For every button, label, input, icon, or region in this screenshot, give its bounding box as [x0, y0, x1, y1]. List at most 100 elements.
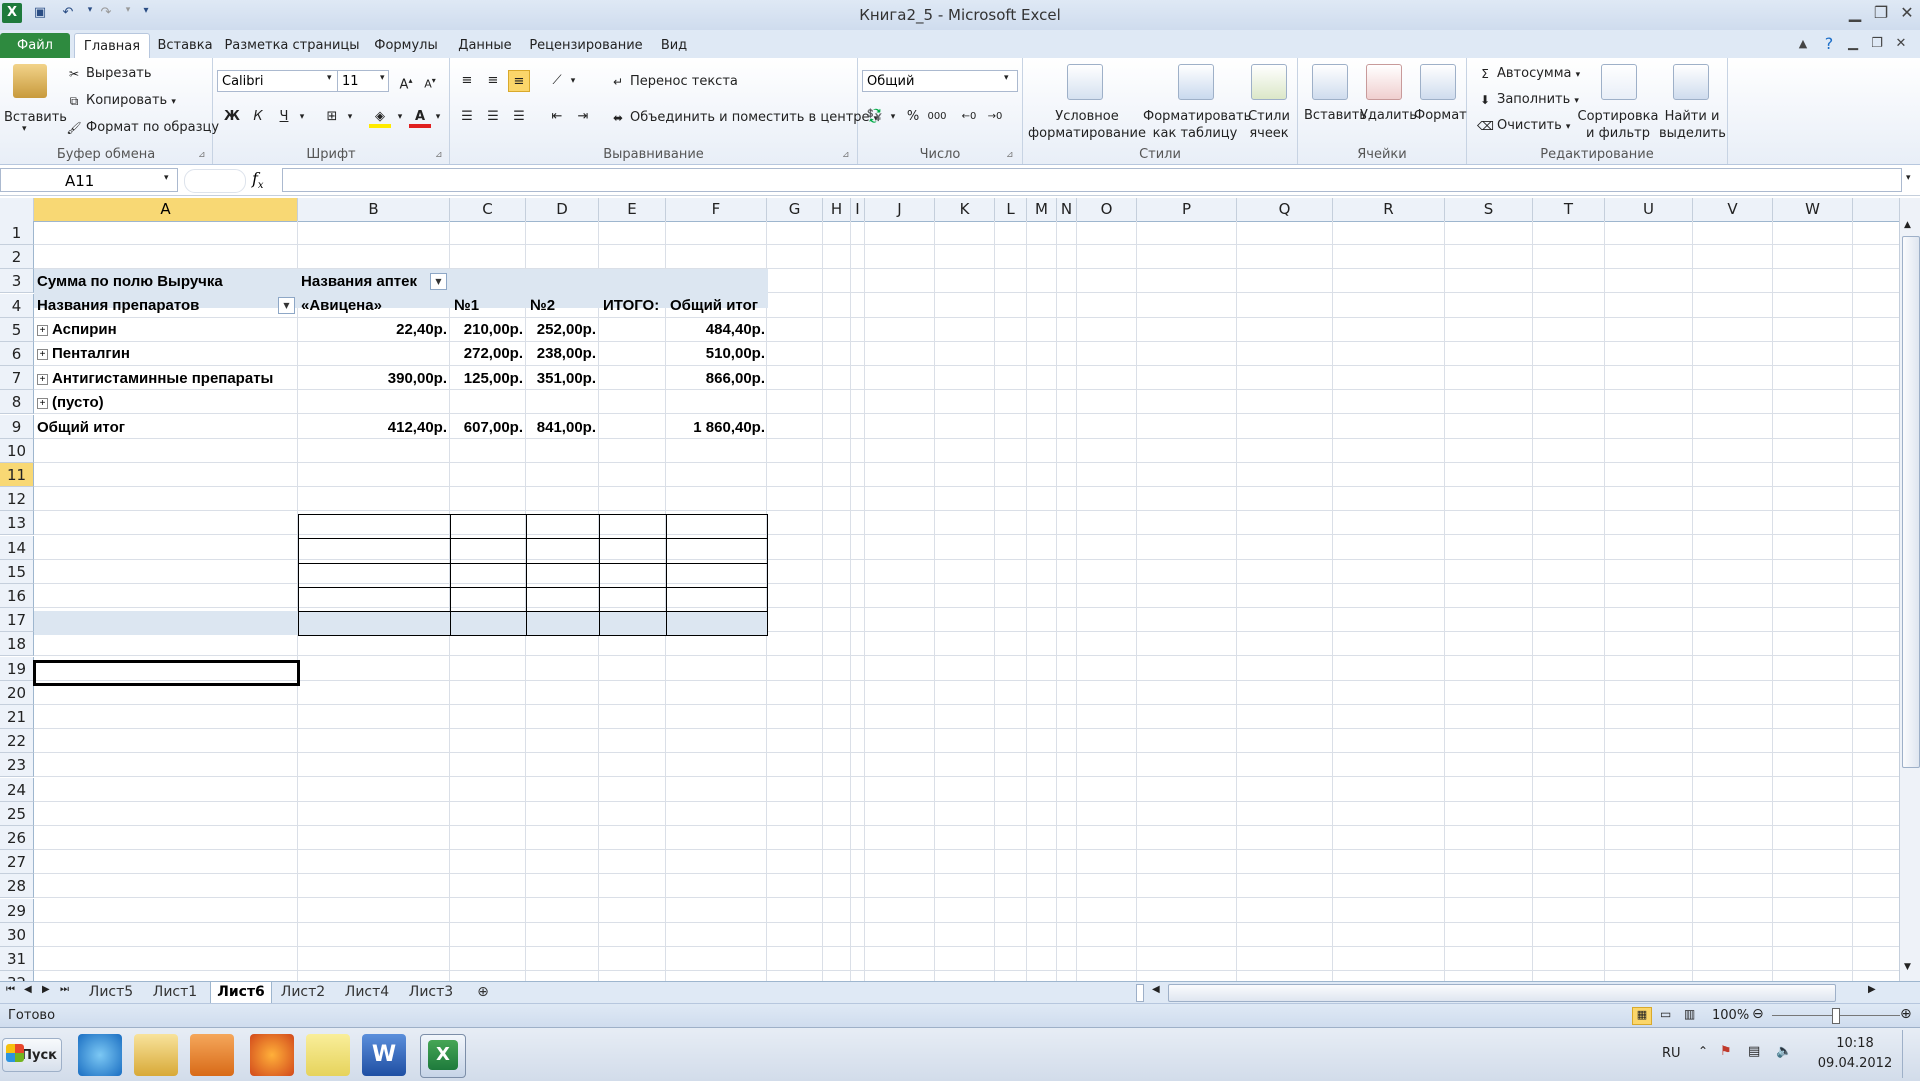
font-launcher-icon[interactable]: ⊿: [435, 150, 443, 160]
column-header-q[interactable]: Q: [1237, 198, 1333, 221]
bold-button[interactable]: Ж: [221, 106, 243, 128]
pivot-value-cell-b[interactable]: 412,40р.: [298, 416, 450, 440]
pivot-row-label[interactable]: + Антигистаминные препараты: [34, 367, 298, 391]
row-header-19[interactable]: 19: [0, 656, 34, 681]
pivot-row-label[interactable]: + Аспирин: [34, 318, 298, 342]
row-header-18[interactable]: 18: [0, 632, 34, 657]
pivot-col-header-b[interactable]: «Авицена»: [298, 294, 450, 318]
row-header-14[interactable]: 14: [0, 535, 34, 560]
number-launcher-icon[interactable]: ⊿: [1006, 150, 1014, 160]
select-all-corner[interactable]: [0, 198, 34, 221]
pivot-value-cell-e[interactable]: [600, 416, 666, 440]
pivot-row-label[interactable]: + (пусто): [34, 391, 298, 415]
row-header-3[interactable]: 3: [0, 269, 34, 294]
cell-styles-button[interactable]: Стили ячеек: [1243, 108, 1295, 142]
network-icon[interactable]: ▤: [1748, 1044, 1760, 1059]
increase-indent-icon[interactable]: ⇥: [572, 106, 594, 128]
currency-dropdown-icon[interactable]: ▾: [882, 106, 904, 128]
expand-formula-bar-icon[interactable]: ▾: [1906, 173, 1911, 183]
word-icon[interactable]: W: [362, 1034, 406, 1076]
pivot-value-cell-b[interactable]: [298, 342, 450, 366]
paste-icon[interactable]: [13, 64, 47, 98]
vertical-scroll-thumb[interactable]: [1902, 236, 1920, 768]
row-header-31[interactable]: 31: [0, 947, 34, 971]
row-header-26[interactable]: 26: [0, 826, 34, 850]
folder-icon[interactable]: [306, 1034, 350, 1076]
zoom-slider-thumb[interactable]: [1832, 1008, 1840, 1024]
insert-function-icon[interactable]: fx: [252, 169, 282, 191]
alignment-launcher-icon[interactable]: ⊿: [842, 150, 850, 160]
minimize-ribbon-icon[interactable]: ▲: [1790, 33, 1816, 55]
row-header-12[interactable]: 12: [0, 487, 34, 512]
underline-dropdown-icon[interactable]: ▾: [291, 106, 313, 128]
workbook-restore-icon[interactable]: ❐: [1864, 33, 1890, 55]
pivot-value-cell-b[interactable]: 22,40р.: [298, 318, 450, 342]
language-indicator[interactable]: RU: [1662, 1046, 1681, 1061]
pivot-value-cell-f[interactable]: [667, 391, 768, 415]
scroll-right-icon[interactable]: ▶: [1868, 984, 1876, 995]
sheet-tab-list6[interactable]: Лист6: [210, 982, 272, 1004]
conditional-formatting-button[interactable]: Условное форматирование: [1027, 108, 1147, 142]
scroll-up-icon[interactable]: ▲: [1904, 220, 1911, 230]
internet-explorer-icon[interactable]: [78, 1034, 122, 1076]
row-header-24[interactable]: 24: [0, 777, 34, 802]
tab-view[interactable]: Вид: [652, 35, 696, 57]
pivot-grand-total-label[interactable]: Общий итог: [34, 416, 298, 440]
next-sheet-icon[interactable]: ▶: [42, 984, 50, 995]
row-header-27[interactable]: 27: [0, 850, 34, 875]
name-box-dropdown-icon[interactable]: ▾: [164, 173, 169, 183]
pivot-value-cell-c[interactable]: 272,00р.: [451, 342, 526, 366]
pivot-value-cell-d[interactable]: 841,00р.: [527, 416, 599, 440]
row-header-4[interactable]: 4: [0, 293, 34, 318]
row-header-22[interactable]: 22: [0, 729, 34, 754]
row-header-2[interactable]: 2: [0, 245, 34, 270]
media-player-icon[interactable]: [190, 1034, 234, 1076]
orientation-dropdown-icon[interactable]: ▾: [562, 70, 584, 92]
align-center-icon[interactable]: ☰: [482, 106, 504, 128]
normal-view-icon[interactable]: ▦: [1632, 1007, 1652, 1025]
format-cells-button[interactable]: Формат: [1414, 108, 1467, 123]
pivot-col-header-f[interactable]: Общий итог: [667, 294, 768, 318]
row-header-1[interactable]: 1: [0, 221, 34, 245]
column-header-m[interactable]: M: [1027, 198, 1057, 221]
expand-plus-icon[interactable]: +: [37, 373, 48, 385]
row-header-6[interactable]: 6: [0, 342, 34, 366]
row-header-15[interactable]: 15: [0, 559, 34, 584]
page-break-view-icon[interactable]: ▥: [1684, 1007, 1695, 1021]
file-explorer-icon[interactable]: [134, 1034, 178, 1076]
row-header-9[interactable]: 9: [0, 414, 34, 439]
column-header-e[interactable]: E: [599, 198, 666, 221]
column-header-a[interactable]: A: [34, 198, 298, 221]
zoom-out-icon[interactable]: ⊖: [1752, 1006, 1764, 1022]
sort-filter-button[interactable]: Сортировка и фильтр: [1575, 108, 1661, 142]
column-header-i[interactable]: I: [851, 198, 865, 221]
grow-font-icon[interactable]: A▴: [395, 70, 417, 92]
font-name-dropdown-icon[interactable]: ▾: [327, 73, 332, 83]
merge-center-button[interactable]: ⬌ Объединить и поместить в центре ▾: [610, 110, 878, 125]
row-header-29[interactable]: 29: [0, 898, 34, 923]
zoom-in-icon[interactable]: ⊕: [1900, 1006, 1912, 1022]
vertical-scrollbar[interactable]: ▲ ▼: [1899, 198, 1920, 981]
pivot-value-field-label[interactable]: Сумма по полю Выручка: [34, 270, 298, 294]
increase-decimal-icon[interactable]: ←0: [958, 106, 980, 128]
active-cell-selection[interactable]: [33, 660, 300, 686]
row-header-11[interactable]: 11: [0, 463, 34, 487]
copy-dropdown-icon[interactable]: ▾: [171, 97, 176, 107]
pivot-value-cell-c[interactable]: [451, 391, 526, 415]
pivot-value-cell-f[interactable]: 1 860,40р.: [667, 416, 768, 440]
formula-input[interactable]: [282, 168, 1902, 192]
row-header-17[interactable]: 17: [0, 608, 34, 633]
formula-bar-expander[interactable]: [184, 169, 246, 193]
insert-sheet-icon[interactable]: ⊕: [470, 982, 496, 1003]
help-icon[interactable]: ?: [1816, 33, 1842, 55]
column-header-b[interactable]: B: [298, 198, 450, 221]
pivot-value-cell-c[interactable]: 210,00р.: [451, 318, 526, 342]
row-header-25[interactable]: 25: [0, 801, 34, 826]
scroll-left-icon[interactable]: ◀: [1152, 984, 1160, 995]
fill-color-icon[interactable]: ◈: [369, 106, 391, 128]
pivot-value-cell-d[interactable]: [527, 391, 599, 415]
row-header-23[interactable]: 23: [0, 753, 34, 778]
sheet-tab-list4[interactable]: Лист4: [340, 982, 394, 1003]
pivot-value-cell-f[interactable]: 866,00р.: [667, 367, 768, 391]
tab-split-handle[interactable]: [1136, 984, 1144, 1002]
